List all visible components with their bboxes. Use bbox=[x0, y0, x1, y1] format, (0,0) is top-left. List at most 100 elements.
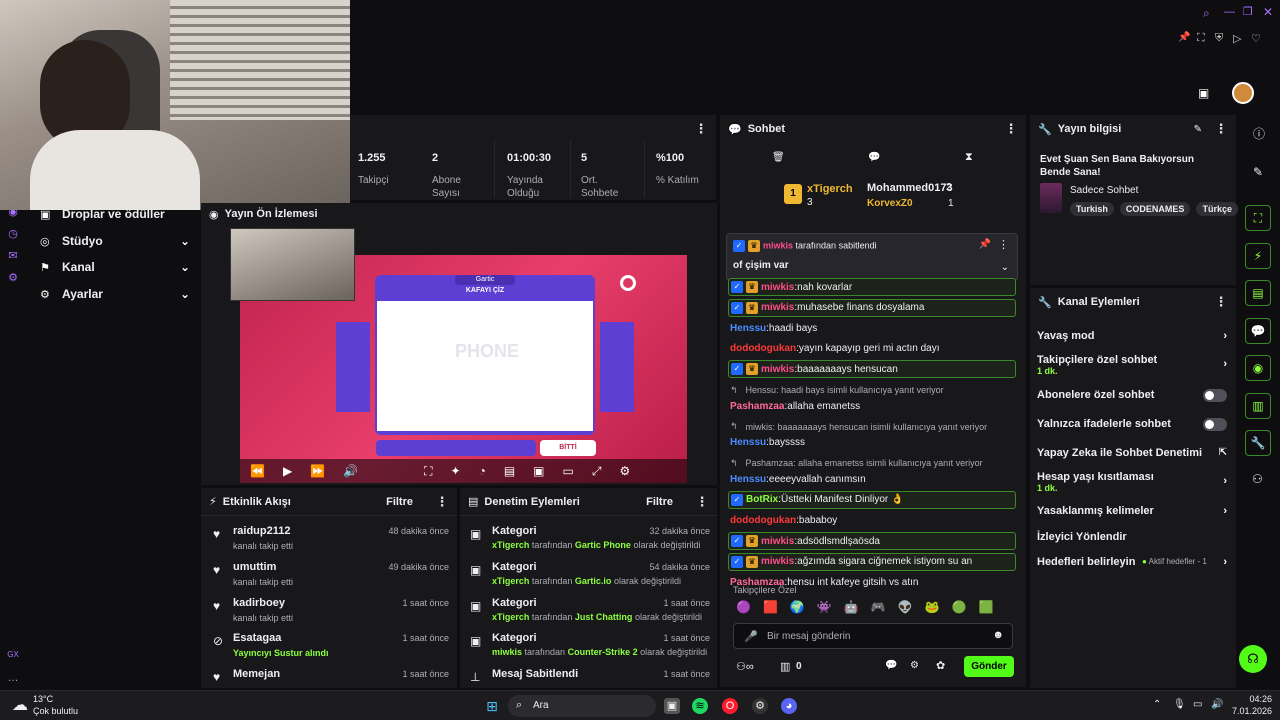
chat-input[interactable]: 🎤 Bir mesaj gönderin ☻ bbox=[733, 623, 1013, 649]
chat-bubble-icon[interactable]: 💬 bbox=[868, 152, 880, 163]
windows-start-icon[interactable]: ⊞ bbox=[484, 698, 500, 714]
more-options-icon[interactable]: ⋮ bbox=[998, 238, 1009, 251]
chat-message[interactable]: dododogukan: bababoy bbox=[728, 511, 1016, 529]
chat-username[interactable]: miwkis bbox=[761, 282, 794, 293]
more-options-icon[interactable]: ⋮ bbox=[1004, 121, 1018, 137]
action-goals[interactable]: Hedefleri belirleyin ● Aktif hedefler - 1… bbox=[1037, 556, 1227, 568]
restore-icon[interactable]: ❐ bbox=[1243, 5, 1253, 18]
nav-studio[interactable]: ◎ Stüdyo ⌄ bbox=[40, 230, 190, 252]
rail-more-icon[interactable]: … bbox=[6, 672, 20, 686]
chat-username[interactable]: Henssu bbox=[730, 437, 766, 448]
chat-message[interactable]: ✓ ♛ miwkis: adsödlsmdlşaösda bbox=[728, 532, 1016, 550]
category-thumbnail[interactable] bbox=[1040, 183, 1062, 213]
activity-item[interactable]: ♥ umuttim kanalı takip etti 49 dakika önce bbox=[209, 561, 449, 595]
chat-username[interactable]: BotRix bbox=[746, 494, 778, 505]
tag[interactable]: CODENAMES bbox=[1119, 202, 1191, 216]
emote-only-toggle[interactable] bbox=[1203, 418, 1227, 431]
chat-username[interactable]: dododogukan bbox=[730, 515, 796, 526]
opera-gx-icon[interactable]: O bbox=[722, 698, 738, 714]
avatar[interactable] bbox=[1232, 82, 1254, 104]
clip-icon[interactable]: ◔ bbox=[479, 464, 486, 478]
chat-message[interactable]: ✓ ♛ miwkis: muhasebe finans dosyalama bbox=[728, 298, 1016, 317]
mod-item[interactable]: ▣ Kategori 54 dakika önce xTigerch tarafınd… bbox=[470, 561, 710, 595]
action-emote-only[interactable]: Yalnızca ifadelerle sohbet bbox=[1037, 418, 1227, 431]
mod-filter-button[interactable]: Filtre bbox=[646, 496, 673, 508]
display-icon[interactable]: ▭ bbox=[1193, 699, 1202, 710]
mod-item[interactable]: ▣ Kategori 1 saat önce xTigerch tarafından … bbox=[470, 597, 710, 631]
play-icon[interactable]: ▶ bbox=[283, 464, 292, 478]
gear-icon[interactable]: ⚙ bbox=[910, 660, 919, 671]
subscribers-only-toggle[interactable] bbox=[1203, 389, 1227, 402]
rail-clock-icon[interactable]: ◷ bbox=[6, 227, 20, 241]
mod-item[interactable]: ▣ Kategori 32 dakika önce xTigerch tarafınd… bbox=[470, 525, 710, 559]
emoji-icon[interactable]: ☻ bbox=[992, 629, 1004, 641]
activity-item[interactable]: ⊘ Esatagaa Yayıncıyı Sustur alındı 1 saat ö… bbox=[209, 632, 449, 666]
chat-username[interactable]: miwkis bbox=[761, 364, 794, 375]
chat-message[interactable]: ✓ BotRix: Üstteki Manifest Dinliyor 👌 bbox=[728, 490, 1016, 509]
more-options-icon[interactable]: ⋮ bbox=[695, 494, 709, 510]
more-options-icon[interactable]: ⋮ bbox=[694, 121, 708, 137]
task-view-icon[interactable]: ▣ bbox=[664, 698, 680, 714]
chat-bubble-icon[interactable]: 💬 bbox=[885, 660, 897, 671]
pencil-icon[interactable]: ✎ bbox=[1194, 124, 1202, 135]
rail-notes-button[interactable]: ▤ bbox=[1245, 280, 1271, 306]
send-button[interactable]: Gönder bbox=[964, 656, 1014, 677]
rail-more-icon[interactable]: ⚇ bbox=[1252, 472, 1263, 486]
info-icon[interactable]: ⓘ bbox=[1253, 125, 1265, 142]
shield-icon[interactable]: ⛨ bbox=[1215, 32, 1223, 45]
discord-icon[interactable]: ◕ bbox=[781, 698, 797, 714]
rail-chat-button[interactable]: 💬 bbox=[1245, 318, 1271, 344]
action-subscribers-only[interactable]: Abonelere özel sohbet bbox=[1037, 389, 1227, 402]
screenshot-icon[interactable]: ⛶ bbox=[1197, 32, 1205, 45]
more-options-icon[interactable]: ⋮ bbox=[1214, 294, 1228, 310]
chat-reply-context[interactable]: ↰ miwkis: baaaaaaays hensucan isimli kul… bbox=[728, 420, 1016, 434]
chat-username[interactable]: miwkis bbox=[761, 556, 794, 567]
hourglass-icon[interactable]: ⧗ bbox=[965, 151, 973, 164]
chat-reply-context[interactable]: ↰ Pashamzaa: allaha emanetss isimli kull… bbox=[728, 456, 1016, 470]
tag[interactable]: Turkish bbox=[1070, 202, 1114, 216]
store-icon[interactable]: ▥ bbox=[780, 660, 790, 673]
fullscreen-icon[interactable]: ⤢ bbox=[592, 464, 602, 479]
chat-username[interactable]: miwkis bbox=[761, 302, 794, 313]
nav-settings[interactable]: ⚙ Ayarlar ⌄ bbox=[40, 283, 190, 305]
action-banned-words[interactable]: Yasaklanmış kelimeler › bbox=[1037, 505, 1227, 517]
support-button[interactable]: ☊ bbox=[1239, 645, 1267, 673]
leaderboard-name[interactable]: xTigerch bbox=[807, 183, 853, 195]
rail-screenshot-button[interactable]: ⛶ bbox=[1245, 205, 1271, 231]
chat-username[interactable]: Henssu bbox=[730, 474, 766, 485]
search-icon[interactable]: ⌕ bbox=[1203, 6, 1210, 21]
taskbar-search[interactable]: ⌕ Ara bbox=[508, 695, 656, 717]
more-options-icon[interactable]: ⋮ bbox=[435, 494, 449, 510]
spotify-icon[interactable]: ≋ bbox=[692, 698, 708, 714]
mod-item[interactable]: ▣ Kategori 1 saat önce miwkis tarafından Co… bbox=[470, 632, 710, 666]
emote-icon[interactable]: ✿ bbox=[936, 659, 945, 672]
leaderboard-name[interactable]: Mohammed0173 bbox=[867, 182, 953, 194]
rail-wrench-button[interactable]: 🔧 bbox=[1245, 430, 1271, 456]
crop-icon[interactable]: ⛶ bbox=[424, 464, 432, 479]
weather-icon[interactable]: ☁ bbox=[12, 695, 28, 715]
chat-username[interactable]: miwkis bbox=[761, 536, 794, 547]
rail-broadcast-button[interactable]: ◉ bbox=[1245, 355, 1271, 381]
mic-icon[interactable]: 🎤 bbox=[744, 630, 758, 643]
action-followers-only[interactable]: Takipçilere özel sohbet 1 dk. › bbox=[1037, 354, 1227, 376]
pin-icon[interactable]: 📌 bbox=[979, 239, 991, 250]
rewind-icon[interactable]: ⏪ bbox=[250, 464, 265, 478]
chat-username[interactable]: Pashamzaa bbox=[730, 401, 784, 412]
pinned-message[interactable]: ✓ ♛ miwkis tarafından sabitlendi of çişim … bbox=[726, 233, 1018, 281]
chat-message[interactable]: dododogukan: yayın kapayıp geri mi actın… bbox=[728, 340, 1016, 358]
chat-message[interactable]: ✓ ♛ miwkis: nah kovarlar bbox=[728, 278, 1016, 296]
leaderboard-name[interactable]: KorvexZ0 bbox=[867, 198, 913, 209]
activity-filter-button[interactable]: Filtre bbox=[386, 496, 413, 508]
heart-icon[interactable]: ♡ bbox=[1251, 32, 1261, 45]
rail-layout-button[interactable]: ▥ bbox=[1245, 393, 1271, 419]
tag[interactable]: Türkçe bbox=[1196, 202, 1238, 216]
activity-item[interactable]: ♥ kadirboey kanalı takip etti 1 saat önce bbox=[209, 597, 449, 631]
chat-message[interactable]: Henssu: eeeeyvallah canımsın bbox=[728, 470, 1016, 488]
nav-channel[interactable]: ⚑ Kanal ⌄ bbox=[40, 256, 190, 278]
minimize-icon[interactable]: — bbox=[1224, 6, 1235, 18]
sparkle-icon[interactable]: ✦ bbox=[451, 464, 461, 478]
pencil-icon[interactable]: ✎ bbox=[1253, 165, 1263, 179]
chat-username[interactable]: dododogukan bbox=[730, 343, 796, 354]
rail-chat-icon[interactable]: ✉ bbox=[6, 249, 20, 263]
mod-item[interactable]: ⊥ Mesaj Sabitlendi 1 saat önce bbox=[470, 668, 710, 688]
